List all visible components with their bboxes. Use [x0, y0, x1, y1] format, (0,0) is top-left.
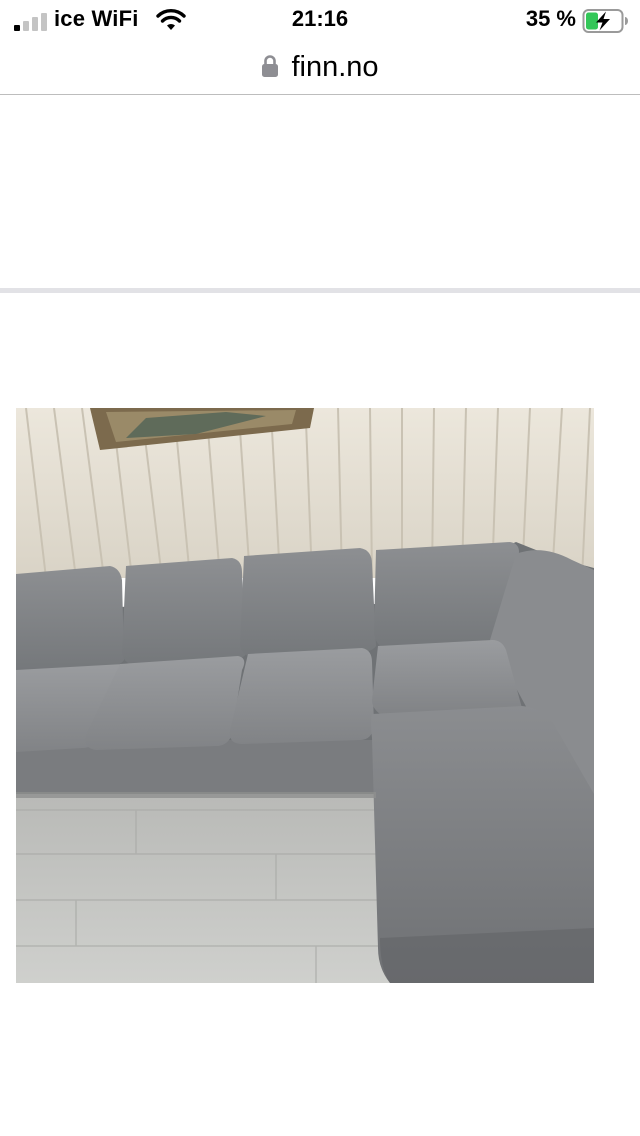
status-bar: ice WiFi 21:16 35 %	[0, 0, 640, 40]
listing-photo[interactable]	[16, 408, 594, 983]
lock-icon	[262, 55, 279, 77]
url-domain: finn.no	[291, 50, 379, 83]
ad-banner-placeholder	[0, 95, 640, 288]
sofa-photo-illustration	[16, 408, 594, 983]
battery-percentage: 35 %	[525, 6, 576, 31]
address-bar[interactable]: finn.no	[0, 40, 640, 94]
phone-screen: ice WiFi 21:16 35 % finn.no	[0, 0, 640, 1136]
battery-charging-icon	[582, 9, 628, 33]
section-divider	[0, 288, 640, 293]
